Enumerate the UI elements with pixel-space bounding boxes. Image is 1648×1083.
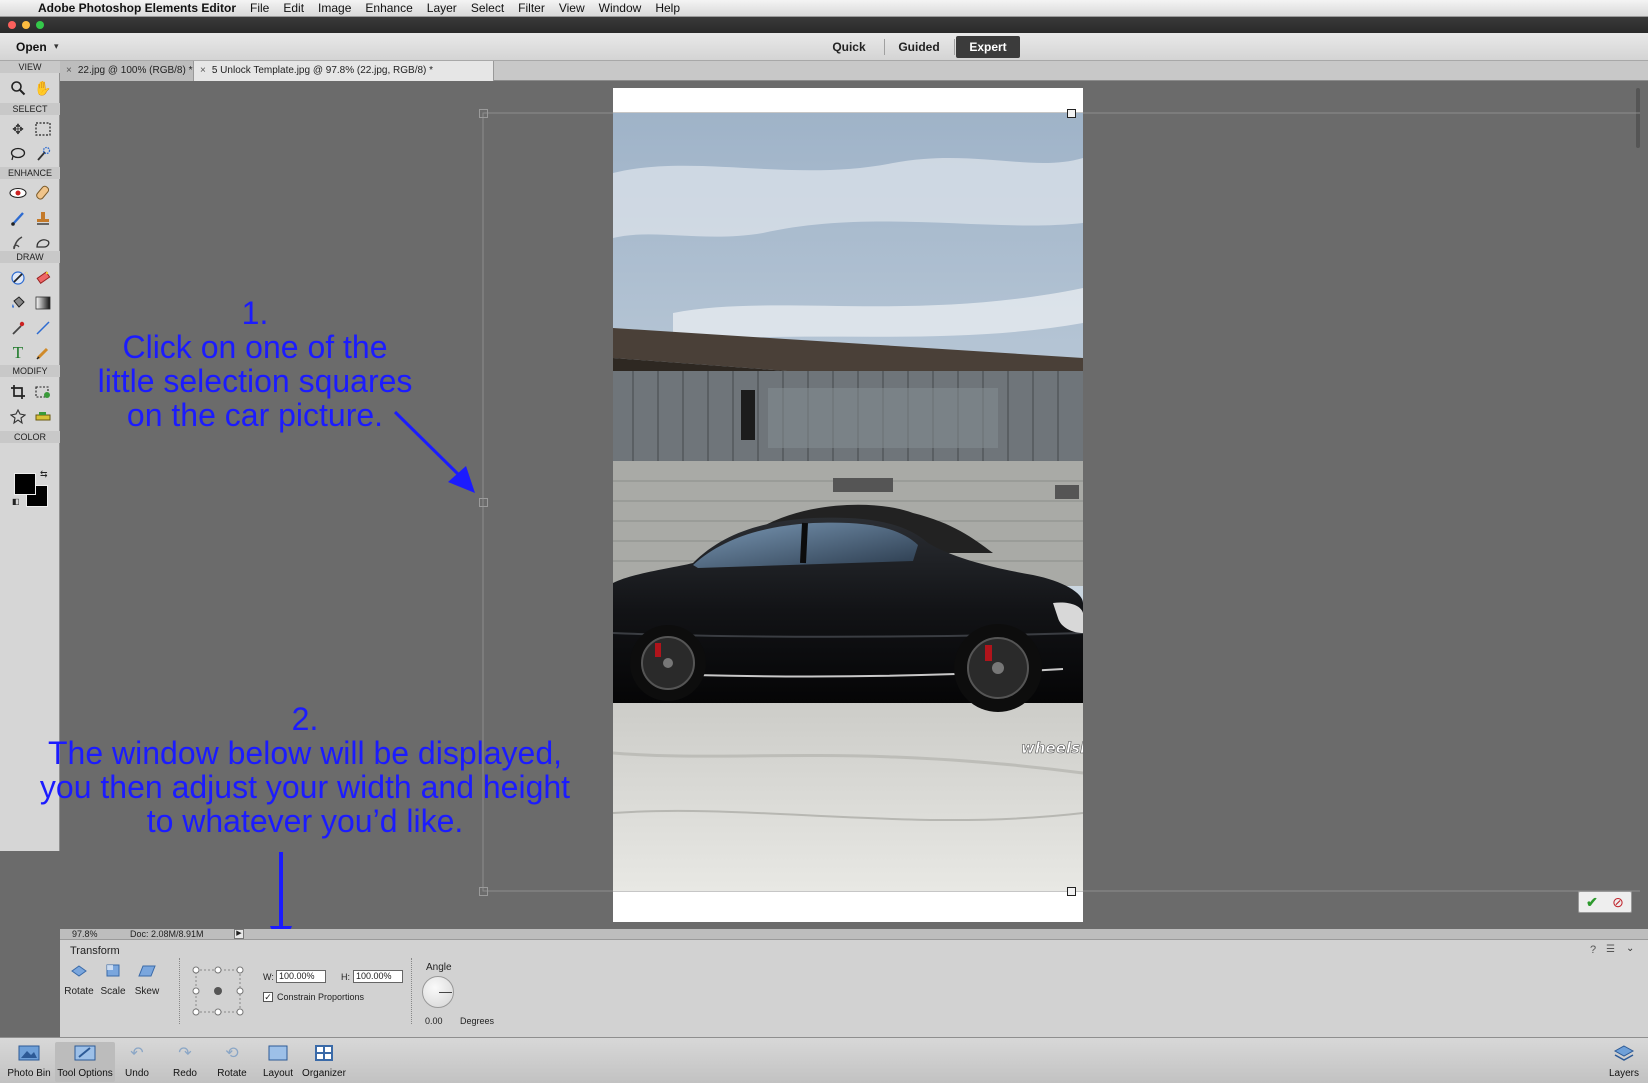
- layout-icon: [265, 1042, 291, 1064]
- cancel-icon[interactable]: ⊘: [1612, 894, 1624, 911]
- options-title: Transform: [70, 945, 120, 957]
- bottom-bar: Photo Bin Tool Options ↶ Undo ↷ Redo ⟲ R…: [0, 1037, 1648, 1083]
- annotation-line: 1.: [241, 295, 269, 331]
- tool-options-label: Tool Options: [57, 1068, 113, 1079]
- annotation-line: you then adjust your width and height: [39, 769, 571, 805]
- transform-handle-top-left[interactable]: [479, 109, 488, 118]
- constrain-proportions-label[interactable]: Constrain Proportions: [277, 992, 364, 1002]
- annotation-line: on the car picture.: [126, 397, 384, 433]
- redo-label: Redo: [173, 1068, 197, 1079]
- annotation-line: 2.: [291, 701, 319, 737]
- layers-icon: [1611, 1042, 1637, 1064]
- width-label: W:: [263, 972, 274, 982]
- height-field[interactable]: 100.00%: [353, 970, 403, 983]
- skew-mode-button[interactable]: Skew: [132, 964, 162, 997]
- height-label: H:: [341, 972, 350, 982]
- photo-bin-label: Photo Bin: [7, 1068, 51, 1079]
- reference-point-locator[interactable]: [190, 965, 246, 1017]
- skew-mode-label: Skew: [134, 986, 160, 997]
- help-icon[interactable]: ?: [1590, 944, 1596, 956]
- organizer-button[interactable]: Organizer: [300, 1042, 348, 1079]
- collapse-panel-icon[interactable]: ⌄: [1626, 943, 1634, 954]
- annotation-line: to whatever you’d like.: [146, 803, 464, 839]
- angle-unit: Degrees: [460, 1016, 495, 1026]
- rotate-mode-icon: [64, 964, 94, 980]
- status-bar: 97.8% Doc: 2.08M/8.91M ▶: [60, 929, 1648, 939]
- skew-mode-icon: [132, 964, 162, 980]
- rotate-icon: ⟲: [225, 1045, 239, 1062]
- options-separator: [179, 958, 180, 1024]
- scale-mode-label: Scale: [100, 986, 126, 997]
- scale-mode-button[interactable]: Scale: [98, 964, 128, 997]
- status-menu-arrow-icon[interactable]: ▶: [234, 929, 244, 939]
- undo-button[interactable]: ↶ Undo: [120, 1042, 154, 1079]
- photo-bin-icon: [16, 1042, 42, 1064]
- angle-dial[interactable]: [422, 976, 454, 1008]
- scale-mode-icon: [98, 964, 128, 980]
- angle-value[interactable]: 0.00: [425, 1016, 443, 1026]
- svg-text:wheelsbou: wheelsbou: [1021, 739, 1083, 757]
- undo-icon: ↶: [130, 1045, 144, 1062]
- constrain-proportions-checkbox[interactable]: ✓: [263, 992, 273, 1002]
- zoom-level[interactable]: 97.8%: [72, 929, 98, 939]
- annotation-step-2: 2. The window below will be displayed, y…: [8, 702, 602, 838]
- annotation-line: The window below will be displayed,: [47, 735, 563, 771]
- transform-handle-bottom-right[interactable]: [1067, 887, 1076, 896]
- doc-size: Doc: 2.08M/8.91M: [130, 929, 204, 939]
- layout-button[interactable]: Layout: [260, 1042, 296, 1079]
- rotate-button[interactable]: ⟲ Rotate: [212, 1042, 252, 1079]
- annotation-step-1: 1. Click on one of the little selection …: [70, 296, 440, 432]
- redo-icon: ↷: [178, 1045, 192, 1062]
- tool-options-panel: Transform ? ☰ ⌄ Rotate Scale Skew W: 100…: [60, 939, 1648, 1037]
- layers-button[interactable]: Layers: [1604, 1042, 1644, 1079]
- options-separator: [411, 958, 412, 1024]
- layout-label: Layout: [262, 1068, 294, 1079]
- tool-options-button[interactable]: Tool Options: [55, 1042, 115, 1082]
- panel-menu-icon[interactable]: ☰: [1606, 944, 1615, 955]
- annotation-line: Click on one of the: [122, 329, 388, 365]
- organizer-label: Organizer: [302, 1068, 346, 1079]
- tool-options-icon: [72, 1042, 98, 1064]
- width-field[interactable]: 100.00%: [276, 970, 326, 983]
- commit-cancel-box: ✔ ⊘: [1578, 891, 1632, 913]
- rotate-label: Rotate: [217, 1068, 247, 1079]
- angle-dial-pointer: [439, 992, 452, 993]
- transform-handle-top-right[interactable]: [1067, 109, 1076, 118]
- rotate-mode-label: Rotate: [64, 986, 94, 997]
- layers-label: Layers: [1608, 1068, 1639, 1079]
- organizer-icon: [311, 1042, 337, 1064]
- redo-button[interactable]: ↷ Redo: [168, 1042, 202, 1079]
- photo-bin-button[interactable]: Photo Bin: [6, 1042, 52, 1079]
- commit-check-icon[interactable]: ✔: [1586, 894, 1598, 911]
- annotation-line: little selection squares: [97, 363, 413, 399]
- rotate-mode-button[interactable]: Rotate: [64, 964, 94, 997]
- undo-label: Undo: [125, 1068, 149, 1079]
- car-photo[interactable]: wheelsbou: [613, 113, 1083, 891]
- angle-label: Angle: [426, 962, 452, 973]
- transform-handle-middle-left[interactable]: [479, 498, 488, 507]
- transform-handle-bottom-left[interactable]: [479, 887, 488, 896]
